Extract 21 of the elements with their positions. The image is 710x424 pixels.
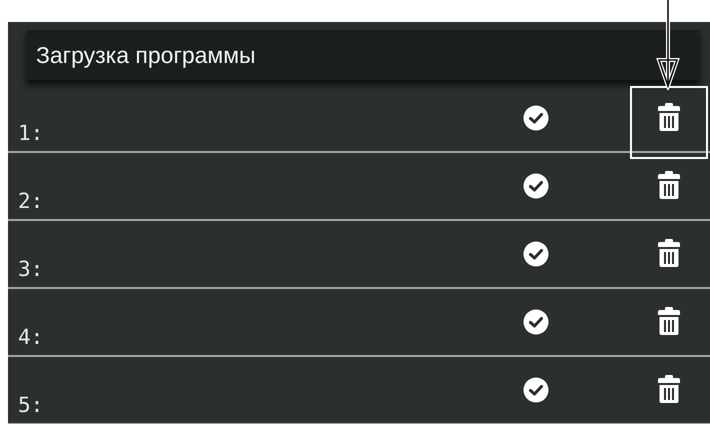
delete-icon[interactable] <box>657 374 681 404</box>
checkmark-icon[interactable] <box>523 241 549 267</box>
slot-number: 3: <box>18 257 44 281</box>
slot-number: 2: <box>18 189 44 213</box>
delete-icon[interactable] <box>657 306 681 336</box>
checkmark-icon[interactable] <box>523 377 549 403</box>
program-slot-row[interactable]: 4: <box>8 289 710 357</box>
slot-number: 4: <box>18 325 44 349</box>
delete-icon[interactable] <box>657 170 681 200</box>
slot-number: 1: <box>18 121 44 145</box>
screen-title: Загрузка программы <box>36 42 256 68</box>
checkmark-icon[interactable] <box>523 105 549 131</box>
checkmark-icon[interactable] <box>523 173 549 199</box>
delete-icon[interactable] <box>657 238 681 268</box>
delete-icon[interactable] <box>657 102 681 132</box>
program-slot-row[interactable]: 2: <box>8 153 710 221</box>
checkmark-icon[interactable] <box>523 309 549 335</box>
slot-number: 5: <box>18 393 44 417</box>
program-slot-row[interactable]: 5: <box>8 357 710 424</box>
program-slot-row[interactable]: 1: <box>8 83 710 153</box>
program-slot-row[interactable]: 3: <box>8 221 710 289</box>
